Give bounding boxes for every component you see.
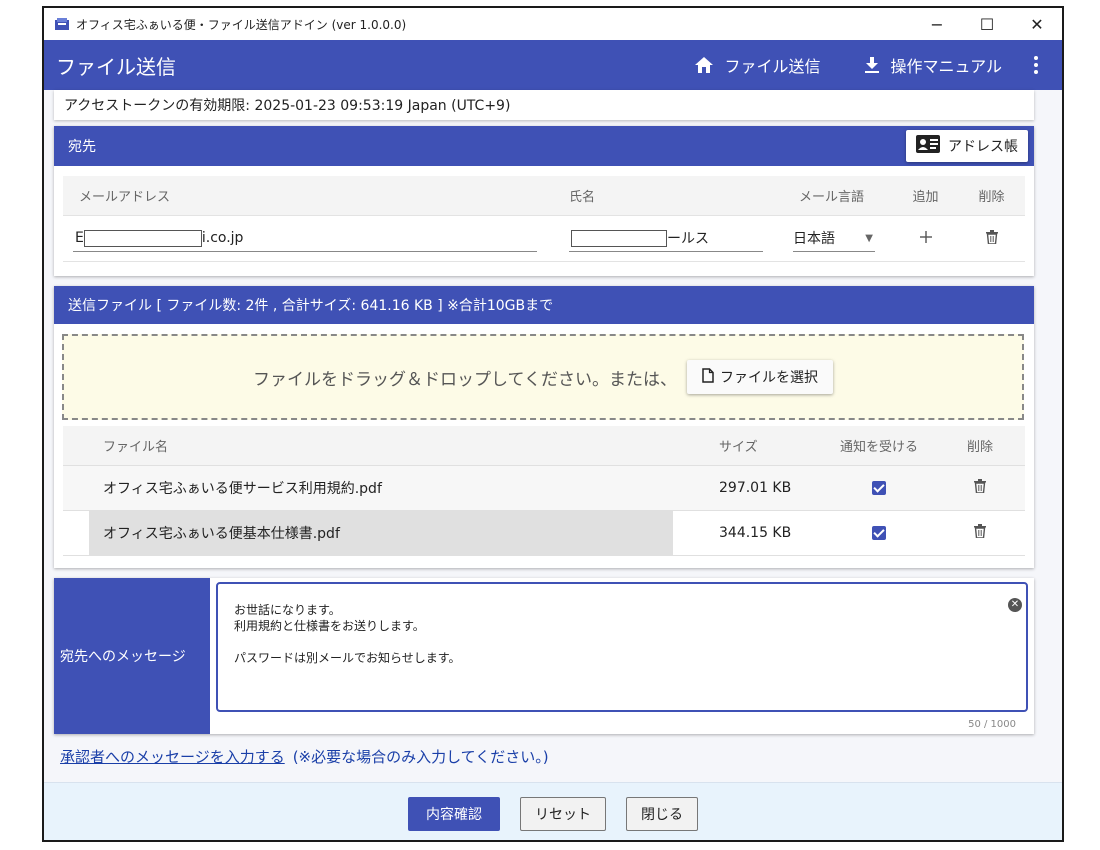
file-size: 344.15 KB [719,525,792,541]
approver-message-link[interactable]: 承認者へのメッセージを入力する [60,748,285,766]
title-bar: オフィス宅ふぁいる便・ファイル送信アドイン (ver 1.0.0.0) − ☐ … [44,8,1062,40]
select-file-button[interactable]: ファイルを選択 [686,360,833,394]
add-recipient-icon[interactable] [919,230,932,243]
home-icon [694,56,714,74]
token-expiry-card: アクセストークンの有効期限: 2025-01-23 09:53:19 Japan… [54,90,1034,120]
recipients-header: 宛先 アドレス帳 [54,126,1034,166]
address-book-button[interactable]: アドレス帳 [906,130,1028,162]
nav-manual-button[interactable]: 操作マニュアル [842,40,1024,90]
window-title: オフィス宅ふぁいる便・ファイル送信アドイン (ver 1.0.0.0) [76,17,407,32]
app-header: ファイル送信 ファイル送信 操作マニュアル [44,40,1062,90]
minimize-button[interactable]: − [912,8,962,40]
email-suffix: i.co.jp [201,230,244,246]
file-drop-zone[interactable]: ファイルをドラッグ＆ドロップしてください。または、 ファイルを選択 [62,334,1024,420]
confirm-button[interactable]: 内容確認 [408,796,500,831]
nav-file-send-button[interactable]: ファイル送信 [672,40,842,90]
maximize-button[interactable]: ☐ [962,8,1012,40]
app-window: オフィス宅ふぁいる便・ファイル送信アドイン (ver 1.0.0.0) − ☐ … [42,6,1064,842]
recipients-table: メールアドレス 氏名 メール言語 追加 削除 E i.co.jp ールス 日本語… [63,176,1025,262]
mail-language-select[interactable]: 日本語 ▼ [793,226,875,252]
page-title: ファイル送信 [56,54,176,79]
message-textarea[interactable]: お世話になります。 利用規約と仕様書をお送りします。 パスワードは別メールでお知… [216,582,1028,712]
col-lang-header: メール言語 [799,190,865,205]
trash-icon[interactable] [974,479,986,493]
approver-hint: (※必要な場合のみ入力してください。) [292,748,549,766]
drop-zone-text: ファイルをドラッグ＆ドロップしてください。または、 [253,369,677,390]
redaction-mask [83,229,202,247]
token-expiry-text: アクセストークンの有効期限: 2025-01-23 09:53:19 Japan… [64,98,511,114]
email-field[interactable]: E i.co.jp [73,226,537,252]
recipients-card: 宛先 アドレス帳 メールアドレス 氏名 メール言語 追加 削除 E i.co.j… [54,126,1034,276]
message-label: 宛先へのメッセージ [54,578,210,734]
col-size-header: サイズ [719,440,758,455]
col-filename-header: ファイル名 [103,440,169,455]
file-name: オフィス宅ふぁいる便基本仕様書.pdf [89,511,673,555]
dropdown-arrow-icon: ▼ [865,232,873,244]
recipients-title: 宛先 [68,139,96,155]
char-counter: 50 / 1000 [968,719,1016,730]
file-row[interactable]: オフィス宅ふぁいる便サービス利用規約.pdf 297.01 KB [63,466,1025,511]
footer-actions: 内容確認 リセット 閉じる [44,782,1062,840]
select-file-label: ファイルを選択 [719,370,818,386]
file-name: オフィス宅ふぁいる便サービス利用規約.pdf [103,481,382,497]
address-book-label: アドレス帳 [948,139,1018,155]
redaction-mask [571,229,667,247]
recipient-row: E i.co.jp ールス 日本語 ▼ [63,216,1025,262]
files-summary: 送信ファイル [ ファイル数: 2件 , 合計サイズ: 641.16 KB ] … [68,298,554,314]
col-delete-header: 削除 [966,440,993,455]
name-suffix: ールス [667,231,709,247]
mail-language-value: 日本語 [793,231,835,247]
message-card: 宛先へのメッセージ お世話になります。 利用規約と仕様書をお送りします。 パスワ… [54,578,1034,734]
file-icon [702,367,714,387]
notify-checkbox[interactable] [872,526,886,540]
reset-button[interactable]: リセット [520,796,606,831]
recipients-table-header: メールアドレス 氏名 メール言語 追加 削除 [63,176,1025,216]
file-row[interactable]: オフィス宅ふぁいる便基本仕様書.pdf 344.15 KB [63,511,1025,556]
trash-icon[interactable] [985,229,998,244]
nav-file-send-label: ファイル送信 [724,57,821,76]
download-icon [864,56,880,74]
contact-card-icon [916,135,940,157]
file-size: 297.01 KB [719,480,792,496]
col-add-header: 追加 [912,190,939,205]
files-header: 送信ファイル [ ファイル数: 2件 , 合計サイズ: 641.16 KB ] … [54,286,1034,324]
files-table-header: ファイル名 サイズ 通知を受ける 削除 [63,426,1025,466]
email-prefix: E [75,230,84,246]
close-button[interactable]: 閉じる [626,796,698,831]
trash-icon[interactable] [974,524,986,538]
notify-checkbox[interactable] [872,481,886,495]
nav-manual-label: 操作マニュアル [890,57,1002,76]
app-logo-icon [54,17,70,31]
col-name-header: 氏名 [569,190,596,205]
col-del-header: 削除 [978,190,1005,205]
clear-icon[interactable]: ✕ [1008,598,1022,612]
more-menu-icon[interactable] [1024,40,1048,90]
name-field[interactable]: ールス [569,226,763,252]
files-card: 送信ファイル [ ファイル数: 2件 , 合計サイズ: 641.16 KB ] … [54,286,1034,568]
approver-message-row: 承認者へのメッセージを入力する (※必要な場合のみ入力してください。) [60,746,549,767]
files-table: ファイル名 サイズ 通知を受ける 削除 オフィス宅ふぁいる便サービス利用規約.p… [63,426,1025,556]
col-notify-header: 通知を受ける [839,440,918,455]
col-email-header: メールアドレス [79,190,171,205]
close-window-button[interactable]: ✕ [1012,8,1062,40]
